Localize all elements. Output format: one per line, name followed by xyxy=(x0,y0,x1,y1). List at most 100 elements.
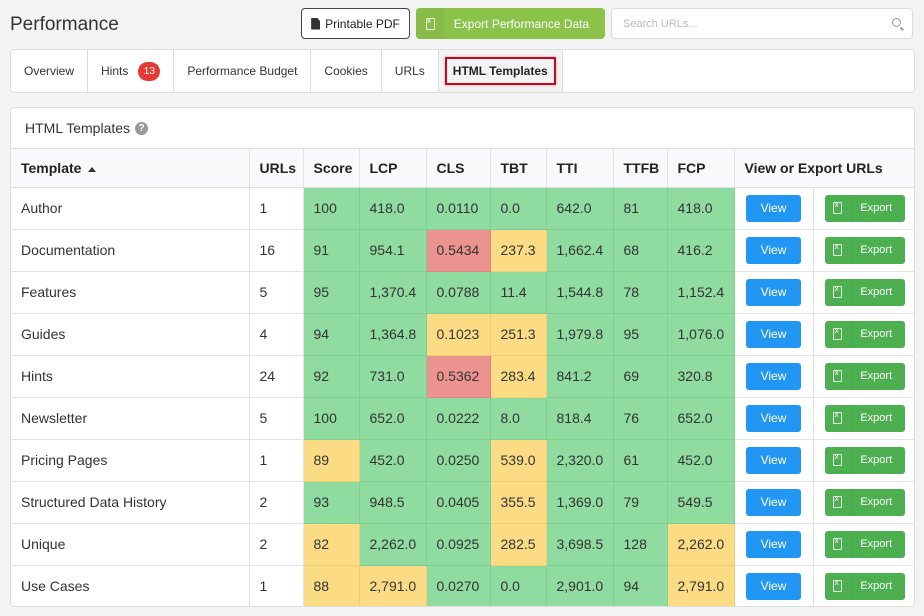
excel-file-icon xyxy=(833,242,843,256)
tti-cell: 1,979.8 xyxy=(546,313,614,356)
view-urls-button[interactable]: View xyxy=(746,320,801,348)
view-urls-button[interactable]: View xyxy=(746,236,801,264)
lcp-cell: 418.0 xyxy=(359,187,427,230)
ttfb-cell: 76 xyxy=(613,397,668,440)
fcp-cell: 1,076.0 xyxy=(667,313,735,356)
export-urls-button[interactable]: Export xyxy=(824,572,905,600)
pdf-file-icon xyxy=(311,17,321,30)
score-cell: 100 xyxy=(303,397,360,440)
table-row: Newsletter 5 100 652.0 0.0222 8.0 818.4 76 652.0… xyxy=(11,397,914,440)
tbt-cell: 8.0 xyxy=(490,397,547,440)
table-row: Hints 24 92 731.0 0.5362 283.4 841.2 69 320.8 Vie… xyxy=(11,355,914,398)
export-performance-data-button[interactable]: Export Performance Data xyxy=(416,8,605,39)
view-urls-button[interactable]: View xyxy=(746,278,801,306)
cls-cell: 0.5362 xyxy=(426,355,491,398)
view-urls-button[interactable]: View xyxy=(746,362,801,390)
ttfb-cell: 79 xyxy=(613,481,668,524)
view-urls-button[interactable]: View xyxy=(746,488,801,516)
tab-bar: Overview Hints 13 Performance Budget Coo… xyxy=(10,49,915,93)
search-input[interactable] xyxy=(612,9,872,38)
template-name-cell: Hints xyxy=(11,355,250,398)
view-urls-button[interactable]: View xyxy=(746,446,801,474)
column-header-cls[interactable]: CLS xyxy=(426,149,491,188)
panel-header: HTML Templates ? xyxy=(11,108,914,149)
ttfb-cell: 68 xyxy=(613,229,668,272)
column-header-template[interactable]: Template xyxy=(11,149,250,188)
template-name-cell: Unique xyxy=(11,523,250,566)
table-row: Guides 4 94 1,364.8 0.1023 251.3 1,979.8 95 1,07… xyxy=(11,313,914,356)
urls-count-cell: 5 xyxy=(249,271,304,314)
tbt-cell: 283.4 xyxy=(490,355,547,398)
tti-cell: 1,662.4 xyxy=(546,229,614,272)
tti-cell: 1,369.0 xyxy=(546,481,614,524)
template-name-cell: Guides xyxy=(11,313,250,356)
column-header-ttfb[interactable]: TTFB xyxy=(613,149,668,188)
table-row: Structured Data History 2 93 948.5 0.0405 355… xyxy=(11,481,914,524)
view-urls-button[interactable]: View xyxy=(746,194,801,222)
export-urls-button[interactable]: Export xyxy=(824,362,905,390)
export-urls-button[interactable]: Export xyxy=(824,278,905,306)
urls-count-cell: 2 xyxy=(249,523,304,566)
template-name-cell: Pricing Pages xyxy=(11,439,250,482)
view-urls-button[interactable]: View xyxy=(746,572,801,600)
column-header-view-export: View or Export URLs xyxy=(734,149,914,188)
table-header-row: Template URLs Score LCP CLS TBT TTI TTFB… xyxy=(11,149,914,188)
export-urls-button[interactable]: Export xyxy=(824,194,905,222)
export-urls-button[interactable]: Export xyxy=(824,236,905,264)
template-name-cell: Use Cases xyxy=(11,565,250,606)
excel-file-icon xyxy=(833,494,843,508)
column-header-fcp[interactable]: FCP xyxy=(667,149,735,188)
fcp-cell: 320.8 xyxy=(667,355,735,398)
tab-cookies[interactable]: Cookies xyxy=(311,50,382,92)
tab-html-templates[interactable]: HTML Templates xyxy=(438,50,563,92)
tab-overview[interactable]: Overview xyxy=(11,50,89,92)
ttfb-cell: 128 xyxy=(613,523,668,566)
printable-pdf-button[interactable]: Printable PDF xyxy=(301,8,410,39)
lcp-cell: 2,262.0 xyxy=(359,523,427,566)
tab-label: Cookies xyxy=(324,64,368,78)
ttfb-cell: 78 xyxy=(613,271,668,314)
score-cell: 93 xyxy=(303,481,360,524)
tbt-cell: 0.0 xyxy=(490,565,547,606)
help-icon[interactable]: ? xyxy=(135,121,149,135)
lcp-cell: 1,364.8 xyxy=(359,313,427,356)
template-name-cell: Author xyxy=(11,187,250,230)
tab-label: URLs xyxy=(394,64,425,78)
export-urls-button[interactable]: Export xyxy=(824,488,905,516)
view-urls-button[interactable]: View xyxy=(746,404,801,432)
urls-count-cell: 1 xyxy=(249,187,304,230)
lcp-cell: 731.0 xyxy=(359,355,427,398)
lcp-cell: 948.5 xyxy=(359,481,427,524)
search-icon[interactable] xyxy=(892,18,901,27)
cls-cell: 0.0270 xyxy=(426,565,491,606)
tti-cell: 1,544.8 xyxy=(546,271,614,314)
column-header-score[interactable]: Score xyxy=(303,149,360,188)
cls-cell: 0.0405 xyxy=(426,481,491,524)
score-cell: 91 xyxy=(303,229,360,272)
column-header-tti[interactable]: TTI xyxy=(546,149,614,188)
score-cell: 94 xyxy=(303,313,360,356)
cls-cell: 0.0222 xyxy=(426,397,491,440)
export-performance-data-label: Export Performance Data xyxy=(453,16,590,31)
tbt-cell: 11.4 xyxy=(490,271,547,314)
tab-hints[interactable]: Hints 13 xyxy=(88,50,175,92)
column-header-tbt[interactable]: TBT xyxy=(490,149,547,188)
tab-urls[interactable]: URLs xyxy=(382,50,439,92)
export-urls-button[interactable]: Export xyxy=(824,404,905,432)
excel-file-icon xyxy=(833,578,843,592)
tab-performance-budget[interactable]: Performance Budget xyxy=(174,50,312,92)
cls-cell: 0.1023 xyxy=(426,313,491,356)
hints-count-badge: 13 xyxy=(138,61,161,81)
view-urls-button[interactable]: View xyxy=(746,530,801,558)
column-header-urls[interactable]: URLs xyxy=(249,149,304,188)
fcp-cell: 2,262.0 xyxy=(667,523,735,566)
export-urls-button[interactable]: Export xyxy=(824,320,905,348)
export-urls-button[interactable]: Export xyxy=(824,446,905,474)
export-urls-button[interactable]: Export xyxy=(824,530,905,558)
fcp-cell: 418.0 xyxy=(667,187,735,230)
lcp-cell: 954.1 xyxy=(359,229,427,272)
cls-cell: 0.5434 xyxy=(426,229,491,272)
tti-cell: 642.0 xyxy=(546,187,614,230)
urls-count-cell: 24 xyxy=(249,355,304,398)
column-header-lcp[interactable]: LCP xyxy=(359,149,427,188)
